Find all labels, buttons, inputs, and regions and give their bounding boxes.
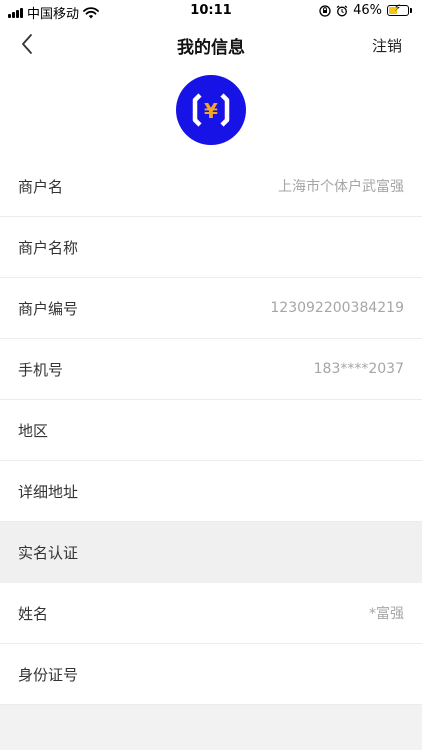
row-label: 地区 (18, 421, 49, 440)
row-label: 商户编号 (18, 299, 79, 318)
row-real-name[interactable]: 姓名 *富强 (0, 583, 422, 644)
yen-glyph: ¥ (204, 99, 218, 123)
battery-percent: 46% (353, 3, 382, 18)
status-bar: 中国移动 10:11 46% ⚡ (0, 0, 422, 22)
charging-icon: ⚡ (394, 3, 402, 14)
row-region[interactable]: 地区 (0, 400, 422, 461)
battery-cap (410, 8, 412, 13)
status-right: 46% ⚡ (319, 3, 412, 18)
alarm-icon (336, 5, 348, 16)
info-list: 商户名 上海市个体户武富强 商户名称 商户编号 123092200384219 … (0, 156, 422, 705)
page-title: 我的信息 (177, 38, 245, 58)
orientation-lock-icon (319, 4, 331, 17)
row-merchant-title[interactable]: 商户名称 (0, 217, 422, 278)
row-merchant-number[interactable]: 商户编号 123092200384219 (0, 278, 422, 339)
avatar-section: ¥ (0, 66, 422, 156)
row-value: 上海市个体户武富强 (278, 179, 404, 195)
row-phone[interactable]: 手机号 183****2037 (0, 339, 422, 400)
row-address[interactable]: 详细地址 (0, 461, 422, 522)
row-merchant-name[interactable]: 商户名 上海市个体户武富强 (0, 156, 422, 217)
nav-bar: 我的信息 注销 (0, 22, 422, 66)
section-header-verification: 实名认证 (0, 522, 422, 583)
row-value: 183****2037 (313, 361, 404, 377)
row-label: 详细地址 (18, 482, 79, 501)
row-label: 手机号 (18, 360, 64, 379)
avatar[interactable]: ¥ (176, 75, 246, 145)
row-label: 商户名称 (18, 238, 79, 257)
row-value: 123092200384219 (270, 300, 404, 316)
merchant-logo-icon: ¥ (192, 93, 230, 127)
battery-icon: ⚡ (387, 3, 409, 16)
row-value: *富强 (369, 606, 404, 622)
row-label: 商户名 (18, 177, 64, 196)
row-id-number[interactable]: 身份证号 (0, 644, 422, 705)
row-label: 身份证号 (18, 665, 79, 684)
section-label: 实名认证 (18, 544, 79, 562)
row-label: 姓名 (18, 604, 49, 623)
deregister-button[interactable]: 注销 (372, 35, 402, 56)
